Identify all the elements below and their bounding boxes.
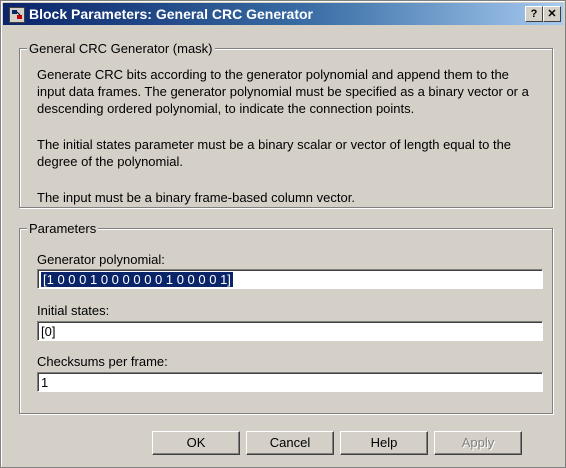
ok-button[interactable]: OK bbox=[152, 431, 240, 455]
cancel-button[interactable]: Cancel bbox=[246, 431, 334, 455]
close-icon[interactable]: ✕ bbox=[543, 6, 561, 22]
parameters-group: Parameters Generator polynomial: [1 0 0 … bbox=[19, 221, 553, 414]
question-mark-icon[interactable]: ? bbox=[525, 6, 543, 22]
initial-states-label: Initial states: bbox=[37, 303, 110, 318]
generator-polynomial-value: [1 0 0 0 1 0 0 0 0 0 0 1 0 0 0 0 1] bbox=[41, 272, 233, 287]
initial-states-field[interactable] bbox=[37, 321, 543, 341]
description-paragraph: Generate CRC bits according to the gener… bbox=[37, 67, 529, 116]
apply-button[interactable]: Apply bbox=[434, 431, 522, 455]
checksums-per-frame-label: Checksums per frame: bbox=[37, 354, 168, 369]
simulink-block-icon bbox=[9, 7, 25, 23]
generator-polynomial-label: Generator polynomial: bbox=[37, 252, 165, 267]
description-paragraph: The initial states parameter must be a b… bbox=[37, 137, 512, 169]
title-bar[interactable]: Block Parameters: General CRC Generator … bbox=[3, 3, 563, 25]
generator-polynomial-field[interactable]: [1 0 0 0 1 0 0 0 0 0 0 1 0 0 0 0 1] bbox=[37, 269, 543, 289]
mask-group-label: General CRC Generator (mask) bbox=[27, 41, 215, 56]
checksums-per-frame-field[interactable] bbox=[37, 372, 543, 392]
description-paragraph: The input must be a binary frame-based c… bbox=[37, 190, 355, 205]
window-title: Block Parameters: General CRC Generator bbox=[29, 6, 313, 22]
mask-description-group: General CRC Generator (mask) Generate CR… bbox=[19, 41, 553, 208]
dialog-window: Block Parameters: General CRC Generator … bbox=[0, 0, 566, 468]
help-button[interactable]: Help bbox=[340, 431, 428, 455]
parameters-group-label: Parameters bbox=[27, 221, 99, 236]
